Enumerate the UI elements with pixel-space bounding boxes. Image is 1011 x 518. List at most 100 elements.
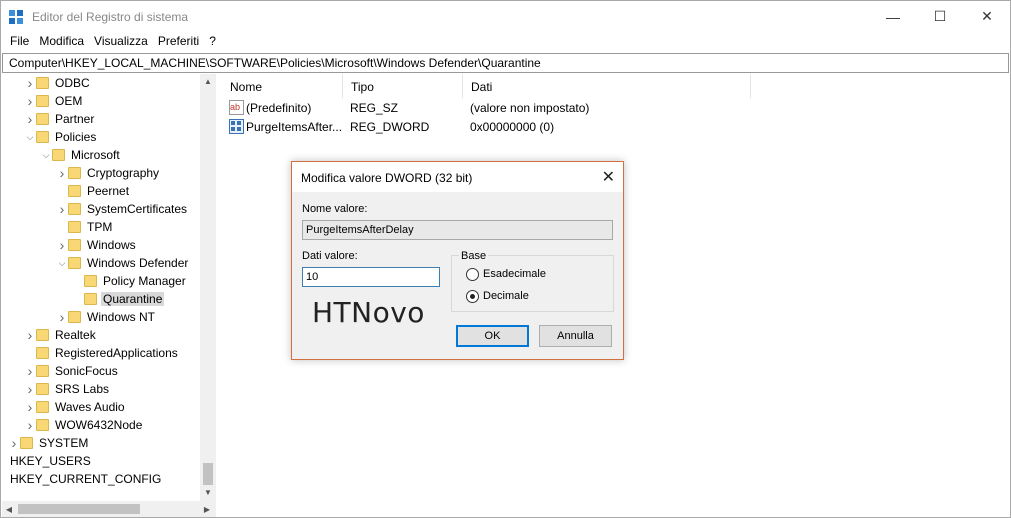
radio-dec[interactable] [466, 290, 479, 303]
cancel-button[interactable]: Annulla [539, 325, 612, 347]
tree-node-label: Realtek [55, 328, 96, 342]
key-tree: › ODBC › OEM › Partner ⌵ Policies ⌵ Microsoft › Cry… [2, 74, 216, 517]
tree-node[interactable]: › WOW6432Node [24, 416, 144, 434]
value-data-input[interactable]: 10 [302, 267, 440, 287]
tree-node[interactable]: Peernet [56, 182, 131, 200]
maximize-button[interactable]: ☐ [917, 1, 963, 32]
value-row[interactable]: ab (Predefinito) REG_SZ (valore non impo… [222, 99, 822, 118]
tree-node-label: Cryptography [87, 166, 160, 180]
radio-hex-label[interactable]: Esadecimale [483, 268, 546, 280]
folder-icon [52, 149, 65, 161]
scroll-down-icon[interactable]: ▼ [200, 485, 216, 499]
tree-node[interactable]: › Realtek [24, 326, 98, 344]
chevron-right-icon[interactable]: › [24, 92, 36, 110]
tree-node[interactable]: › Windows NT [56, 308, 157, 326]
chevron-down-icon[interactable]: ⌵ [56, 254, 68, 272]
address-bar[interactable]: Computer\HKEY_LOCAL_MACHINE\SOFTWARE\Pol… [2, 53, 1009, 73]
tree-node[interactable]: › OEM [24, 92, 84, 110]
value-row[interactable]: PurgeItemsAfter... REG_DWORD 0x00000000 … [222, 118, 822, 137]
chevron-right-icon[interactable]: › [56, 164, 68, 182]
tree-node[interactable]: › Cryptography [56, 164, 161, 182]
menu-file[interactable]: File [5, 32, 34, 52]
tree-node-label: OEM [55, 94, 83, 108]
tree-node[interactable]: HKEY_CURRENT_CONFIG [8, 470, 163, 488]
scroll-right-icon[interactable]: ▶ [200, 501, 214, 517]
menu-visualizza[interactable]: Visualizza [89, 32, 153, 52]
tree-node-label: Policies [55, 130, 97, 144]
column-nome[interactable]: Nome [222, 74, 343, 98]
ok-button[interactable]: OK [456, 325, 529, 347]
tree-node-label: ODBC [55, 76, 90, 90]
tree-node[interactable]: ⌵ Windows Defender [56, 254, 190, 272]
tree-node[interactable]: › SRS Labs [24, 380, 111, 398]
chevron-right-icon[interactable]: › [56, 200, 68, 218]
horizontal-scroll-thumb[interactable] [18, 504, 140, 514]
title-bar: Editor del Registro di sistema — ☐ ✕ [1, 1, 1010, 32]
close-button[interactable]: ✕ [964, 1, 1010, 32]
chevron-right-icon[interactable]: › [24, 110, 36, 128]
radio-hex[interactable] [466, 268, 479, 281]
scroll-up-icon[interactable]: ▲ [200, 74, 216, 88]
no-expander [72, 272, 84, 290]
tree-node[interactable]: Quarantine [72, 290, 165, 308]
tree-node[interactable]: › Waves Audio [24, 398, 127, 416]
menu-bar: File Modifica Visualizza Preferiti ? [1, 32, 1010, 52]
value-type: REG_SZ [350, 101, 399, 115]
tree-node[interactable]: › ODBC [24, 74, 92, 92]
tree-node-label: Partner [55, 112, 95, 126]
tree-node-label: TPM [87, 220, 113, 234]
folder-icon [84, 275, 97, 287]
chevron-right-icon[interactable]: › [24, 398, 36, 416]
tree-node[interactable]: HKEY_USERS [8, 452, 93, 470]
chevron-right-icon[interactable]: › [24, 416, 36, 434]
menu-modifica[interactable]: Modifica [34, 32, 89, 52]
chevron-right-icon[interactable]: › [24, 74, 36, 92]
chevron-right-icon[interactable]: › [24, 380, 36, 398]
dialog-title-bar: Modifica valore DWORD (32 bit) ✕ [292, 162, 623, 192]
tree-node[interactable]: › Windows [56, 236, 138, 254]
tree-node-label: SYSTEM [39, 436, 89, 450]
tree-node[interactable]: › SYSTEM [8, 434, 90, 452]
svg-text:ab: ab [230, 102, 240, 112]
menu-preferiti[interactable]: Preferiti [153, 32, 204, 52]
base-groupbox [451, 255, 614, 312]
chevron-right-icon[interactable]: › [8, 434, 20, 452]
tree-node[interactable]: TPM [56, 218, 114, 236]
tree-horizontal-scrollbar[interactable]: ◀ ▶ [2, 501, 216, 517]
folder-icon [20, 437, 33, 449]
minimize-button[interactable]: — [870, 1, 916, 32]
folder-icon [84, 293, 97, 305]
folder-icon [36, 95, 49, 107]
tree-node-label: HKEY_CURRENT_CONFIG [10, 472, 162, 486]
tree-node[interactable]: › SonicFocus [24, 362, 120, 380]
chevron-right-icon[interactable]: › [56, 308, 68, 326]
tree-node[interactable]: ⌵ Policies [24, 128, 98, 146]
tree-node-label: Quarantine [101, 292, 165, 306]
chevron-down-icon[interactable]: ⌵ [40, 146, 52, 164]
tree-vertical-scrollbar[interactable]: ▲ ▼ [200, 74, 216, 501]
column-dati[interactable]: Dati [463, 74, 751, 98]
tree-node-label: Microsoft [71, 148, 120, 162]
folder-icon [36, 77, 49, 89]
folder-icon [36, 131, 49, 143]
folder-icon [68, 239, 81, 251]
scroll-left-icon[interactable]: ◀ [2, 501, 16, 517]
tree-node[interactable]: Policy Manager [72, 272, 188, 290]
chevron-right-icon[interactable]: › [24, 362, 36, 380]
chevron-right-icon[interactable]: › [56, 236, 68, 254]
no-expander [56, 182, 68, 200]
tree-node-label: Policy Manager [103, 274, 186, 288]
registry-editor-window: Editor del Registro di sistema — ☐ ✕ Fil… [0, 0, 1011, 518]
tree-node[interactable]: › SystemCertificates [56, 200, 189, 218]
tree-node[interactable]: ⌵ Microsoft [40, 146, 122, 164]
column-tipo[interactable]: Tipo [343, 74, 463, 98]
menu-help[interactable]: ? [204, 32, 221, 52]
chevron-right-icon[interactable]: › [24, 326, 36, 344]
tree-node[interactable]: › Partner [24, 110, 96, 128]
base-label: Base [459, 250, 489, 262]
tree-node[interactable]: RegisteredApplications [24, 344, 180, 362]
vertical-scroll-thumb[interactable] [203, 463, 213, 485]
chevron-down-icon[interactable]: ⌵ [24, 128, 36, 146]
radio-dec-label[interactable]: Decimale [483, 290, 529, 302]
dialog-close-icon[interactable]: ✕ [602, 167, 615, 187]
